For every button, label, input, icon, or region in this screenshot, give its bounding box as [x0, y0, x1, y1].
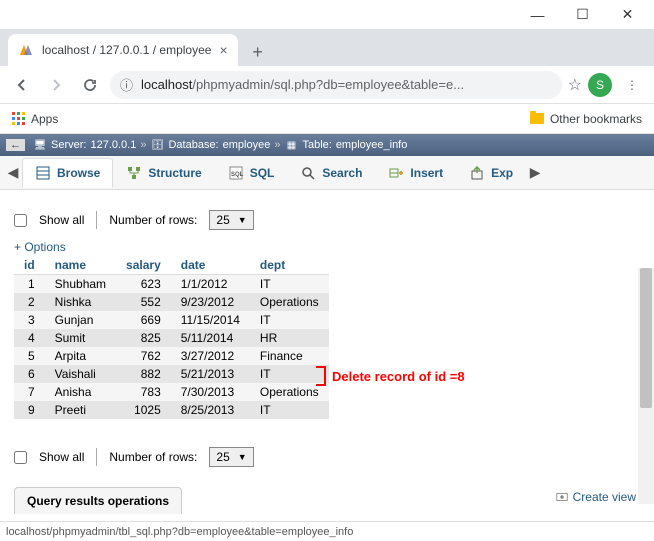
table-row[interactable]: 3Gunjan66911/15/2014IT — [14, 311, 329, 329]
table-row[interactable]: 7Anisha7837/30/2013Operations — [14, 383, 329, 401]
scrollbar-thumb[interactable] — [640, 268, 652, 408]
table-row[interactable]: 9Preeti10258/25/2013IT — [14, 401, 329, 419]
browse-icon — [35, 165, 51, 181]
breadcrumb: ← 🖥 Server: 127.0.0.1 » 🗄 Database: empl… — [0, 134, 654, 156]
show-all-checkbox-bottom[interactable] — [14, 451, 27, 464]
bracket-icon — [316, 366, 326, 386]
view-icon — [555, 490, 569, 504]
apps-shortcut[interactable]: Apps — [12, 112, 58, 126]
server-icon: 🖥 — [33, 138, 47, 152]
browser-tab-strip: localhost / 127.0.0.1 / employee × + — [0, 30, 654, 66]
structure-icon — [126, 165, 142, 181]
col-name[interactable]: name — [45, 256, 116, 275]
search-icon — [300, 165, 316, 181]
breadcrumb-server[interactable]: 127.0.0.1 — [90, 139, 136, 151]
num-rows-label: Number of rows: — [109, 213, 197, 227]
collapse-icon[interactable]: ← — [6, 139, 25, 151]
sql-icon: SQL — [228, 165, 244, 181]
browser-tab[interactable]: localhost / 127.0.0.1 / employee × — [8, 34, 238, 66]
create-view-link[interactable]: Create view — [555, 490, 636, 504]
tab-scroll-right[interactable]: ▶ — [526, 164, 544, 181]
database-icon: 🗄 — [150, 138, 164, 152]
table-row[interactable]: 1Shubham6231/1/2012IT — [14, 275, 329, 294]
star-icon[interactable]: ☆ — [568, 75, 582, 95]
nav-tabs: ◀ Browse Structure SQL SQL Search Insert… — [0, 156, 654, 190]
window-title-bar: — ☐ ✕ — [0, 0, 654, 30]
tab-structure[interactable]: Structure — [113, 158, 214, 188]
show-all-label: Show all — [39, 213, 84, 227]
bookmarks-bar: Apps Other bookmarks — [0, 104, 654, 134]
chevron-down-icon: ▼ — [238, 452, 247, 462]
other-bookmarks[interactable]: Other bookmarks — [530, 112, 642, 126]
tab-insert[interactable]: Insert — [375, 158, 456, 188]
tab-scroll-left[interactable]: ◀ — [4, 164, 22, 181]
tab-sql[interactable]: SQL SQL — [215, 158, 288, 188]
tab-browse[interactable]: Browse — [22, 158, 113, 188]
table-row[interactable]: 5Arpita7623/27/2012Finance — [14, 347, 329, 365]
col-id[interactable]: id — [14, 256, 45, 275]
status-url: localhost/phpmyadmin/tbl_sql.php?db=empl… — [6, 526, 353, 538]
close-window-button[interactable]: ✕ — [605, 1, 650, 29]
chevron-down-icon: ▼ — [238, 215, 247, 225]
table-row[interactable]: 6Vaishali8825/21/2013IT — [14, 365, 329, 383]
vertical-scrollbar[interactable] — [638, 268, 654, 504]
tab-export[interactable]: Exp — [456, 158, 526, 188]
breadcrumb-database[interactable]: employee — [223, 139, 271, 151]
page-content: ← 🖥 Server: 127.0.0.1 » 🗄 Database: empl… — [0, 134, 654, 524]
forward-button[interactable] — [42, 71, 70, 99]
svg-text:SQL: SQL — [231, 172, 244, 178]
num-rows-select-bottom[interactable]: 25 ▼ — [209, 447, 253, 467]
menu-button[interactable]: ⋮ — [618, 71, 646, 99]
results-table: id name salary date dept 1Shubham6231/1/… — [14, 256, 329, 419]
table-row[interactable]: 4Sumit8255/11/2014HR — [14, 329, 329, 347]
url-text: localhost/phpmyadmin/sql.php?db=employee… — [141, 77, 464, 92]
options-toggle[interactable]: + Options — [14, 240, 640, 254]
col-date[interactable]: date — [171, 256, 250, 275]
query-results-operations: Query results operations — [14, 487, 640, 514]
browser-toolbar: ⓘ localhost/phpmyadmin/sql.php?db=employ… — [0, 66, 654, 104]
page-body: Show all Number of rows: 25 ▼ + Options … — [0, 190, 654, 524]
folder-icon — [530, 113, 544, 124]
delete-annotation: Delete record of id =8 — [316, 366, 465, 386]
tab-search[interactable]: Search — [287, 158, 375, 188]
export-icon — [469, 165, 485, 181]
maximize-button[interactable]: ☐ — [560, 1, 605, 29]
num-rows-select[interactable]: 25 ▼ — [209, 210, 253, 230]
breadcrumb-table[interactable]: employee_info — [336, 139, 408, 151]
info-icon: ⓘ — [120, 75, 133, 94]
phpmyadmin-favicon-icon — [18, 42, 34, 58]
profile-avatar[interactable]: S — [588, 73, 612, 97]
status-bar: localhost/phpmyadmin/tbl_sql.php?db=empl… — [0, 521, 654, 541]
new-tab-button[interactable]: + — [244, 38, 272, 66]
address-bar[interactable]: ⓘ localhost/phpmyadmin/sql.php?db=employ… — [110, 71, 562, 99]
apps-icon — [12, 112, 25, 125]
query-ops-header: Query results operations — [14, 487, 182, 514]
table-row[interactable]: 2Nishka5529/23/2012Operations — [14, 293, 329, 311]
controls-bottom: Show all Number of rows: 25 ▼ — [14, 447, 640, 467]
col-salary[interactable]: salary — [116, 256, 171, 275]
show-all-checkbox[interactable] — [14, 214, 27, 227]
back-button[interactable] — [8, 71, 36, 99]
insert-icon — [388, 165, 404, 181]
tab-close-icon[interactable]: × — [219, 42, 227, 58]
col-dept[interactable]: dept — [250, 256, 329, 275]
reload-button[interactable] — [76, 71, 104, 99]
table-icon: ▦ — [284, 138, 298, 152]
controls-top: Show all Number of rows: 25 ▼ — [14, 210, 640, 230]
tab-title: localhost / 127.0.0.1 / employee — [42, 43, 211, 57]
minimize-button[interactable]: — — [515, 1, 560, 29]
